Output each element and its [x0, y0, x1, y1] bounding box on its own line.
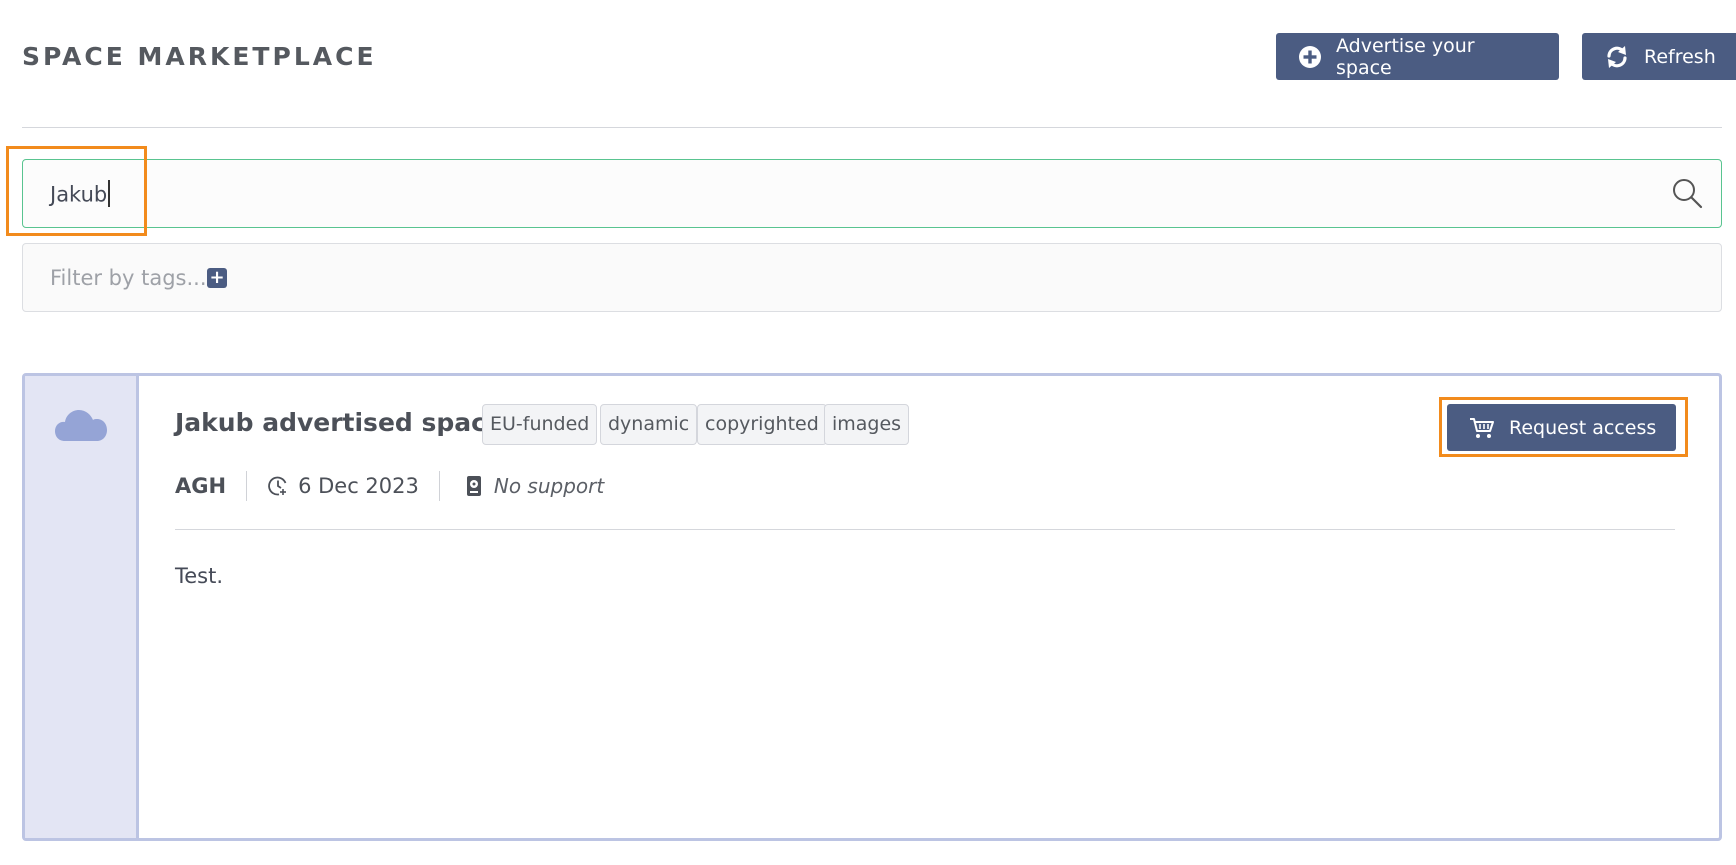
meta-separator [246, 471, 248, 501]
space-card-sidebar [25, 376, 139, 838]
page-header: SPACE MARKETPLACE Advertise your space R… [22, 30, 1736, 80]
space-name: Jakub advertised space [175, 408, 503, 437]
meta-separator [438, 471, 440, 501]
request-access-label: Request access [1509, 416, 1657, 439]
space-card: Jakub advertised space EU-funded dynamic… [22, 373, 1722, 841]
space-support-text: No support [493, 474, 605, 498]
shopping-cart-icon [1469, 416, 1495, 440]
advertise-space-label: Advertise your space [1336, 34, 1475, 79]
space-date-text: 6 Dec 2023 [298, 474, 419, 498]
request-access-button[interactable]: Request access [1447, 404, 1676, 451]
search-input-value: Jakub [50, 180, 111, 209]
text-caret [108, 180, 111, 207]
advertise-space-button[interactable]: Advertise your space [1276, 33, 1559, 80]
cloud-icon [55, 408, 107, 446]
refresh-label: Refresh [1644, 45, 1716, 68]
space-meta: AGH 6 Dec 2023 No support [175, 471, 604, 501]
search-icon[interactable] [1671, 177, 1703, 213]
space-support: No support [460, 474, 604, 498]
space-tag: dynamic [600, 404, 698, 445]
space-organization: AGH [175, 474, 227, 498]
tags-filter[interactable]: Filter by tags... + [22, 243, 1722, 312]
add-tag-icon[interactable]: + [207, 268, 227, 288]
header-divider [22, 127, 1722, 128]
clock-icon [268, 476, 287, 496]
space-date: 6 Dec 2023 [267, 474, 419, 498]
search-input[interactable]: Jakub [22, 159, 1722, 228]
space-description: Test. [175, 564, 224, 588]
plus-circle-icon [1298, 45, 1322, 69]
space-tag: EU-funded [482, 404, 598, 445]
space-tag: copyrighted [697, 404, 827, 445]
refresh-icon [1604, 44, 1630, 70]
tags-filter-placeholder: Filter by tags... [50, 266, 207, 290]
hard-drive-icon [466, 476, 481, 496]
space-tag: images [824, 404, 910, 445]
refresh-button[interactable]: Refresh [1582, 33, 1736, 80]
page-title: SPACE MARKETPLACE [22, 42, 377, 71]
card-divider [175, 529, 1675, 530]
